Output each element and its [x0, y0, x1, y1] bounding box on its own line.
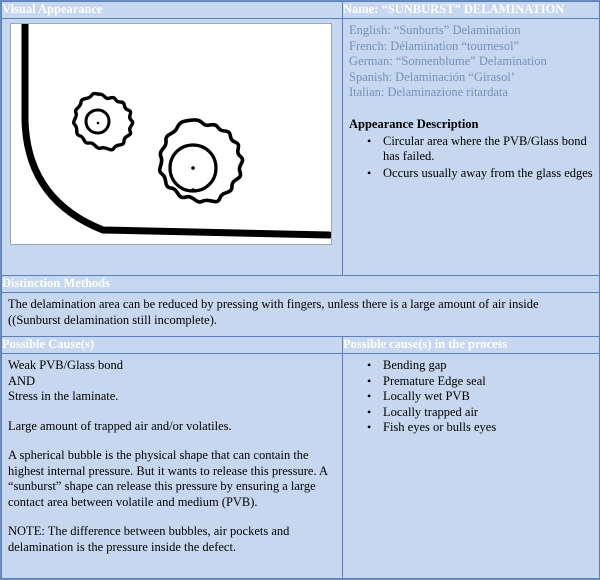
distinction-body-row: The delamination area can be reduced by … [1, 292, 600, 337]
distinction-methods-cell: The delamination area can be reduced by … [1, 292, 600, 337]
figure-wrapper [2, 19, 342, 253]
cause-note-paragraph: NOTE: The difference between bubbles, ai… [8, 524, 290, 554]
header-visual-appearance: Visual Appearance [1, 0, 343, 20]
language-list: English: “Sunburts” Delamination French:… [349, 23, 593, 101]
figure-and-name-row: English: “Sunburts” Delamination French:… [1, 18, 600, 276]
name-body: English: “Sunburts” Delamination French:… [343, 19, 599, 188]
name-details-cell: English: “Sunburts” Delamination French:… [342, 18, 600, 276]
header-distinction-methods: Distinction Methods [1, 274, 600, 294]
language-item-french: French: Délamination “tournesol” [349, 38, 520, 53]
appearance-description-title: Appearance Description [349, 116, 479, 131]
cause-paragraph: A spherical bubble is the physical shape… [8, 448, 328, 509]
small-sunburst-inner [84, 108, 111, 135]
cause-paragraph: Weak PVB/Glass bond AND Stress in the la… [8, 358, 123, 404]
small-sunburst-ring [72, 92, 135, 152]
distinction-header-row: Distinction Methods [1, 274, 600, 294]
defect-table: Visual Appearance Name: “SUNBURST” DELAM… [1, 0, 600, 579]
language-item-german: German: “Sonnenblume” Delamination [349, 54, 547, 69]
possible-causes-text: Weak PVB/Glass bond AND Stress in the la… [2, 354, 342, 559]
language-item-italian: Italian: Delaminazione ritardata [349, 85, 508, 100]
header-possible-causes-process: Possible cause(s) in the process [342, 335, 600, 355]
defect-datasheet: Visual Appearance Name: “SUNBURST” DELAM… [0, 0, 600, 580]
large-sunburst-lower-dot [191, 188, 195, 193]
process-cause-item: Premature Edge seal [367, 374, 593, 390]
process-cause-item: Locally trapped air [367, 405, 593, 421]
process-causes-list: Bending gap Premature Edge seal Locally … [349, 358, 593, 436]
possible-causes-cell: Weak PVB/Glass bond AND Stress in the la… [1, 353, 343, 579]
process-causes-body: Bending gap Premature Edge seal Locally … [343, 354, 599, 440]
causes-body-row: Weak PVB/Glass bond AND Stress in the la… [1, 353, 600, 579]
appearance-item: Occurs usually away from the glass edges [367, 166, 593, 182]
process-cause-item: Locally wet PVB [367, 389, 593, 405]
table-header-row: Visual Appearance Name: “SUNBURST” DELAM… [1, 0, 600, 20]
large-sunburst-center-dot [191, 166, 195, 171]
small-sunburst-defect [72, 92, 135, 152]
small-sunburst-center-dot [96, 122, 100, 125]
header-name: Name: “SUNBURST” DELAMINATION [342, 0, 600, 20]
causes-header-row: Possible Cause(s) Possible cause(s) in t… [1, 335, 600, 355]
large-sunburst-defect [157, 118, 245, 205]
appearance-item: Circular area where the PVB/Glass bond h… [367, 134, 593, 165]
cause-paragraph: Large amount of trapped air and/or volat… [8, 418, 232, 433]
process-cause-item: Bending gap [367, 358, 593, 374]
visual-appearance-cell [1, 18, 343, 276]
appearance-description-list: Circular area where the PVB/Glass bond h… [349, 134, 593, 182]
distinction-methods-text: The delamination area can be reduced by … [8, 297, 539, 328]
language-item-spanish: Spanish: Delaminación “Girasol’ [349, 69, 515, 84]
language-item-english: English: “Sunburts” Delamination [349, 23, 521, 38]
figure-svg [21, 24, 331, 239]
delamination-figure [10, 23, 332, 246]
process-causes-cell: Bending gap Premature Edge seal Locally … [342, 353, 600, 579]
process-cause-item: Fish eyes or bulls eyes [367, 420, 593, 436]
header-possible-causes: Possible Cause(s) [1, 335, 343, 355]
